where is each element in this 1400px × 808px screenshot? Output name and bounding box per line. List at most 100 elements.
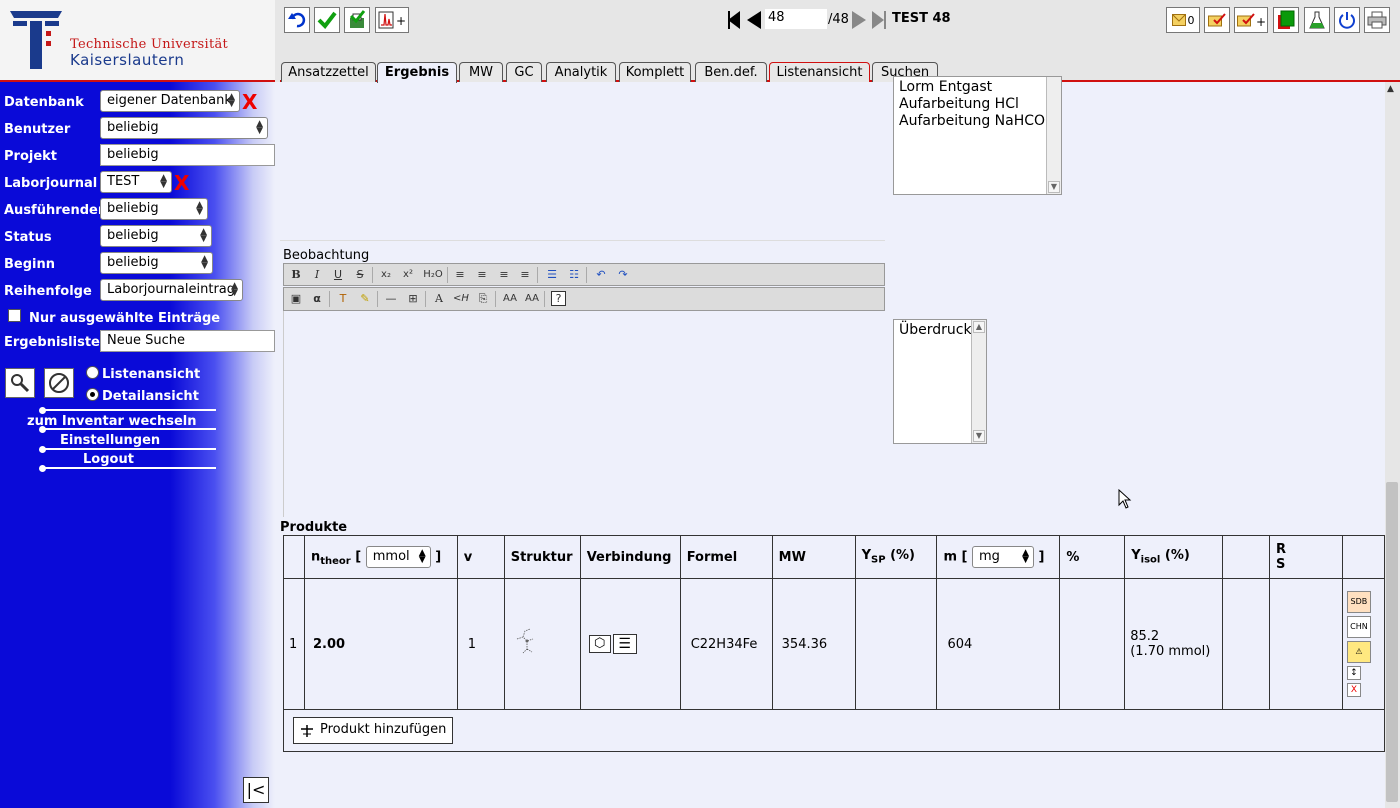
previous-page-icon[interactable]	[747, 11, 761, 29]
nur-ausgewaehlte-checkbox[interactable]	[8, 309, 21, 322]
inventar-link[interactable]: zum Inventar wechseln	[27, 414, 197, 429]
help-icon[interactable]: ?	[551, 291, 566, 306]
ntheor-cell[interactable]: 2.00	[303, 578, 458, 710]
scroll-up-icon[interactable]: ▲	[1387, 84, 1394, 94]
subscript-icon[interactable]: x₂	[377, 266, 395, 284]
tab-gc[interactable]: GC	[506, 62, 542, 82]
listenansicht-radio[interactable]	[86, 366, 99, 379]
bullet-list-icon[interactable]: ☰	[543, 266, 561, 284]
align-center-icon[interactable]: ≡	[473, 266, 491, 284]
ysp-cell[interactable]	[854, 578, 938, 710]
list-view-icon[interactable]: ☰	[612, 634, 637, 654]
bold-icon[interactable]: B	[287, 266, 305, 284]
highlight-icon[interactable]: ✎	[356, 290, 374, 308]
undo-button[interactable]	[284, 7, 310, 33]
superscript-icon[interactable]: x²	[399, 266, 417, 284]
hexagon-icon[interactable]: ⬡	[588, 635, 611, 653]
scroll-down-icon[interactable]: ▼	[973, 430, 985, 442]
font-size-up-icon[interactable]: AA	[501, 290, 519, 308]
page-number-input[interactable]: 48	[765, 9, 827, 29]
numbered-list-icon[interactable]: ☷	[565, 266, 583, 284]
ntheor-unit-select[interactable]: mmol ▲ ▼	[365, 546, 431, 568]
strikethrough-icon[interactable]: S	[351, 266, 369, 284]
tab-ergebnis[interactable]: Ergebnis	[377, 62, 457, 83]
mail-check-button[interactable]	[1204, 7, 1230, 33]
scroll-up-icon[interactable]: ▲	[973, 321, 985, 333]
m-unit-select[interactable]: mg ▲ ▼	[972, 546, 1035, 568]
journal-button[interactable]	[1273, 7, 1299, 33]
special-char-icon[interactable]: α	[308, 290, 326, 308]
ausfuehrender-select[interactable]: beliebig ▲ ▼	[100, 198, 208, 220]
tab-listenansicht[interactable]: Listenansicht	[769, 62, 870, 82]
list-item[interactable]: Aufarbeitung HCl	[899, 96, 1056, 113]
status-select[interactable]: beliebig ▲ ▼	[100, 225, 212, 247]
tab-komplett[interactable]: Komplett	[619, 62, 691, 82]
transfer-icon[interactable]: ⚠	[1346, 641, 1371, 663]
print-button[interactable]	[1364, 7, 1390, 33]
tab-ben-def[interactable]: Ben.def.	[695, 62, 767, 82]
list-scrollbar[interactable]: ▼	[1046, 77, 1061, 194]
tab-ansatzzettel[interactable]: Ansatzzettel	[281, 62, 376, 82]
datenbank-select[interactable]: eigener Datenbank ▲ ▼	[100, 90, 240, 112]
text-color-icon[interactable]: T	[334, 290, 352, 308]
benutzer-select[interactable]: beliebig ▲ ▼	[100, 117, 268, 139]
page-scrollbar[interactable]: ▲	[1385, 82, 1400, 808]
justify-icon[interactable]: ≡	[516, 266, 534, 284]
font-style-icon[interactable]: A	[430, 290, 448, 308]
remove-datenbank-icon[interactable]: X	[242, 92, 257, 112]
last-page-icon[interactable]	[872, 11, 884, 29]
mail-add-button[interactable]: +	[1234, 7, 1268, 33]
align-left-icon[interactable]: ≡	[451, 266, 469, 284]
list-item[interactable]: Aufarbeitung NaHCO3	[899, 113, 1056, 130]
reihenfolge-select[interactable]: Laborjournaleintrag ▲ ▼	[100, 279, 243, 301]
html-source-icon[interactable]: <H	[452, 290, 470, 308]
rs-cell[interactable]	[1269, 578, 1343, 710]
remove-laborjournal-icon[interactable]: X	[174, 173, 189, 193]
chemicals-button[interactable]	[1304, 7, 1330, 33]
list-item[interactable]: Lorm Entgast	[899, 79, 1056, 96]
tab-analytik[interactable]: Analytik	[546, 62, 616, 82]
collapse-sidebar-button[interactable]: |<	[243, 777, 269, 803]
add-product-button[interactable]: Produkt hinzufügen	[293, 717, 454, 744]
font-size-down-icon[interactable]: AA	[523, 290, 541, 308]
underline-icon[interactable]: U	[329, 266, 347, 284]
einstellungen-link[interactable]: Einstellungen	[60, 433, 160, 448]
redo-edit-icon[interactable]: ↷	[614, 266, 632, 284]
projekt-input[interactable]: beliebig	[100, 144, 275, 166]
chn-button[interactable]: CHN	[1346, 616, 1371, 638]
delete-icon[interactable]: X	[1346, 683, 1361, 697]
messages-button[interactable]: 0	[1166, 7, 1200, 33]
laborjournal-select[interactable]: TEST ▲ ▼	[100, 171, 172, 193]
ergebnisliste-input[interactable]: Neue Suche	[100, 330, 275, 352]
detailansicht-radio[interactable]	[86, 388, 99, 401]
table-icon[interactable]: ⊞	[404, 290, 422, 308]
scroll-down-icon[interactable]: ▼	[1048, 181, 1060, 193]
save-print-button[interactable]	[344, 7, 370, 33]
beginn-select[interactable]: beliebig ▲ ▼	[100, 252, 213, 274]
undo-edit-icon[interactable]: ↶	[592, 266, 610, 284]
list-scrollbar[interactable]: ▲ ▼	[971, 320, 986, 443]
observation-editor[interactable]	[283, 311, 885, 517]
pct-cell[interactable]	[1059, 578, 1126, 710]
align-right-icon[interactable]: ≡	[495, 266, 513, 284]
insert-object-icon[interactable]: ▣	[287, 290, 305, 308]
move-icon[interactable]: ↕	[1346, 666, 1361, 680]
scrollbar-thumb[interactable]	[1386, 482, 1398, 802]
tab-mw[interactable]: MW	[459, 62, 503, 82]
chemical-formula-icon[interactable]: H₂O	[421, 266, 445, 284]
workup-list[interactable]: Lorm Entgast Aufarbeitung HCl Aufarbeitu…	[893, 76, 1062, 195]
struktur-cell[interactable]	[503, 578, 581, 710]
power-button[interactable]	[1334, 7, 1360, 33]
observation-list[interactable]: Überdruck ▲ ▼	[893, 319, 987, 444]
horizontal-rule-icon[interactable]: —	[382, 290, 400, 308]
m-cell[interactable]: 604	[936, 578, 1061, 710]
italic-icon[interactable]: I	[308, 266, 326, 284]
v-cell[interactable]: 1	[456, 578, 505, 710]
reset-button[interactable]	[44, 368, 74, 398]
save-button[interactable]	[314, 7, 340, 33]
sdb-button[interactable]: SDB	[1346, 591, 1371, 613]
next-page-icon[interactable]	[852, 11, 866, 29]
search-button[interactable]	[5, 368, 35, 398]
list-item[interactable]: Überdruck	[899, 322, 981, 339]
logout-link[interactable]: Logout	[83, 452, 134, 467]
